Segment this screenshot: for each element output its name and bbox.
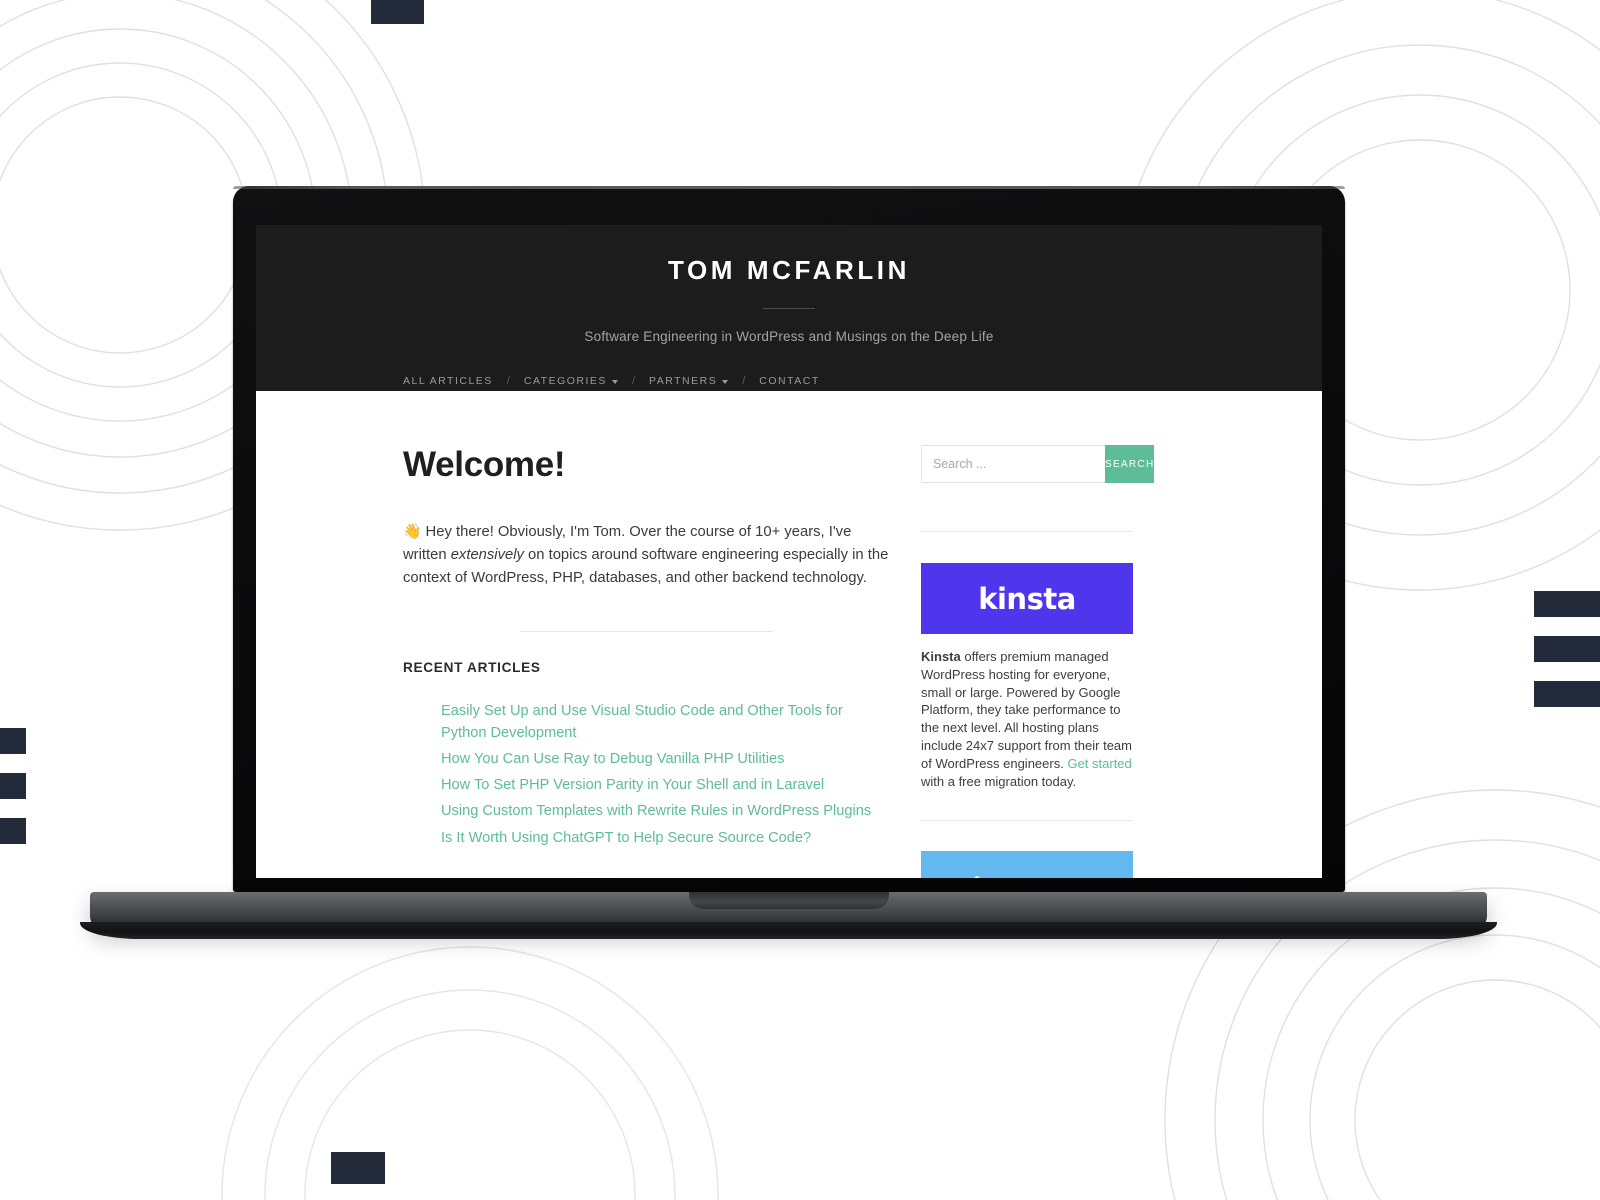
main-content: Welcome! 👋 Hey there! Obviously, I'm Tom… bbox=[256, 445, 921, 878]
deco-rect-right-1 bbox=[1534, 591, 1600, 617]
deco-rect-left-2 bbox=[0, 773, 26, 799]
nav-separator: / bbox=[506, 375, 510, 387]
article-link[interactable]: Using Custom Templates with Rewrite Rule… bbox=[441, 803, 871, 819]
deco-rect-right-2 bbox=[1534, 636, 1600, 662]
nav-separator: / bbox=[631, 375, 635, 387]
wpkube-cube-icon bbox=[973, 876, 980, 878]
wpkube-banner[interactable]: WPKUBE bbox=[921, 851, 1133, 878]
browser-screen: TOM MCFARLIN Software Engineering in Wor… bbox=[256, 225, 1322, 878]
kinsta-banner[interactable]: kinsta bbox=[921, 563, 1133, 634]
list-item: Is It Worth Using ChatGPT to Help Secure… bbox=[441, 828, 889, 849]
nav-label: CATEGORIES bbox=[523, 375, 607, 387]
search-form: SEARCH bbox=[921, 445, 1155, 483]
article-link[interactable]: Easily Set Up and Use Visual Studio Code… bbox=[441, 703, 843, 740]
nav-item-all-articles[interactable]: ALL ARTICLES bbox=[403, 375, 493, 387]
chevron-down-icon bbox=[722, 380, 729, 384]
article-link[interactable]: How To Set PHP Version Parity in Your Sh… bbox=[441, 777, 824, 793]
main-navigation: ALL ARTICLES / CATEGORIES / PARTNERS / C… bbox=[256, 375, 1322, 387]
deco-rect-top bbox=[371, 0, 424, 24]
kinsta-name: Kinsta bbox=[921, 649, 961, 664]
nav-separator: / bbox=[742, 375, 746, 387]
deco-rect-right-3 bbox=[1534, 681, 1600, 707]
intro-paragraph: 👋 Hey there! Obviously, I'm Tom. Over th… bbox=[403, 521, 889, 590]
sidebar: SEARCH kinsta Kinsta offers premium mana… bbox=[921, 445, 1322, 878]
kinsta-cta-tail: with a free migration today. bbox=[921, 773, 1077, 789]
recent-articles-list: Easily Set Up and Use Visual Studio Code… bbox=[403, 701, 889, 849]
kinsta-logo: kinsta bbox=[978, 581, 1076, 616]
chevron-down-icon bbox=[611, 380, 618, 384]
kinsta-description: Kinsta offers premium managed WordPress … bbox=[921, 648, 1133, 790]
site-body: Welcome! 👋 Hey there! Obviously, I'm Tom… bbox=[256, 391, 1322, 878]
kinsta-body: offers premium managed WordPress hosting… bbox=[921, 649, 1132, 771]
intro-emphasis: extensively bbox=[450, 547, 524, 564]
kinsta-cta-link[interactable]: Get started bbox=[1067, 756, 1131, 771]
nav-item-partners[interactable]: PARTNERS bbox=[649, 375, 729, 387]
deco-rect-bottom bbox=[331, 1152, 385, 1184]
site-title: TOM MCFARLIN bbox=[667, 255, 911, 285]
recent-articles-heading: RECENT ARTICLES bbox=[403, 660, 541, 676]
list-item: How You Can Use Ray to Debug Vanilla PHP… bbox=[441, 749, 889, 770]
site-tagline: Software Engineering in WordPress and Mu… bbox=[584, 329, 994, 344]
deco-rect-left-1 bbox=[0, 728, 26, 754]
list-item: How To Set PHP Version Parity in Your Sh… bbox=[441, 775, 889, 796]
title-divider bbox=[763, 308, 815, 309]
site-header: TOM MCFARLIN Software Engineering in Wor… bbox=[256, 225, 1322, 391]
nav-label: PARTNERS bbox=[649, 375, 718, 387]
sidebar-divider-top bbox=[921, 531, 1133, 532]
list-item: Easily Set Up and Use Visual Studio Code… bbox=[441, 701, 889, 744]
article-link[interactable]: How You Can Use Ray to Debug Vanilla PHP… bbox=[441, 751, 784, 767]
nav-label: ALL ARTICLES bbox=[403, 375, 493, 387]
nav-item-contact[interactable]: CONTACT bbox=[759, 375, 819, 387]
wave-emoji-icon: 👋 bbox=[403, 524, 422, 540]
content-divider-top bbox=[519, 631, 773, 633]
deco-rect-left-3 bbox=[0, 818, 26, 844]
nav-item-categories[interactable]: CATEGORIES bbox=[524, 375, 618, 387]
laptop-mockup: TOM MCFARLIN Software Engineering in Wor… bbox=[80, 186, 1497, 939]
search-input[interactable] bbox=[921, 445, 1105, 483]
nav-label: CONTACT bbox=[759, 375, 820, 387]
search-button[interactable]: SEARCH bbox=[1105, 445, 1155, 483]
laptop-base-foot bbox=[80, 922, 1497, 939]
screenshot-stage: TOM MCFARLIN Software Engineering in Wor… bbox=[0, 0, 1600, 1200]
article-link[interactable]: Is It Worth Using ChatGPT to Help Secure… bbox=[441, 830, 811, 846]
list-item: Using Custom Templates with Rewrite Rule… bbox=[441, 801, 889, 822]
page-title: Welcome! bbox=[403, 445, 566, 484]
sidebar-divider-bottom bbox=[921, 820, 1133, 822]
